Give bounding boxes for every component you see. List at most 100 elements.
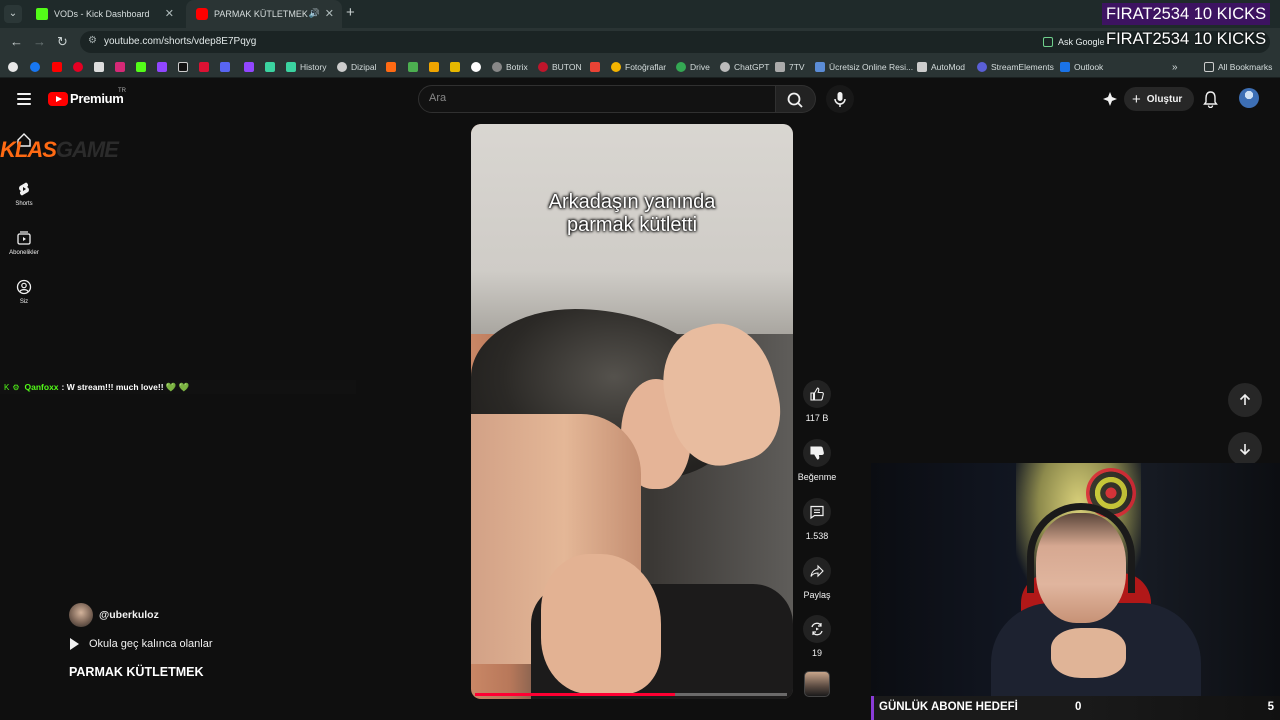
kicks-alert-primary: FIRAT2534 10 KICKS xyxy=(1102,3,1271,25)
youtube-header: Premium TR +Oluştur xyxy=(0,79,1280,119)
guide-subscriptions[interactable]: Abonelikler xyxy=(0,230,48,256)
comments-button[interactable]: 1.538 xyxy=(797,498,837,541)
guide-label: Abonelikler xyxy=(9,250,39,256)
share-button[interactable]: Paylaş xyxy=(797,557,837,600)
guide-you[interactable]: Siz xyxy=(0,279,48,305)
close-tab-icon[interactable]: ✕ xyxy=(165,7,174,20)
discord-bookmark-icon[interactable] xyxy=(220,62,230,72)
browser-tab-strip: ⌄ VODs - Kick Dashboard ✕ PARMAK KÜTLETM… xyxy=(0,0,1280,28)
google-bookmark-icon[interactable] xyxy=(8,62,18,72)
bookmark-chatgpt[interactable]: ChatGPT xyxy=(720,60,769,74)
tool-bookmark-icon[interactable] xyxy=(265,62,275,72)
reload-icon[interactable]: ↻ xyxy=(57,34,68,50)
guide-label: Siz xyxy=(19,299,29,305)
previous-short-button[interactable] xyxy=(1228,383,1262,417)
more-bookmarks-chevron-icon[interactable]: » xyxy=(1172,60,1178,74)
search-icon xyxy=(787,92,803,108)
game-bookmark-icon[interactable] xyxy=(408,62,418,72)
pinterest-bookmark-icon[interactable] xyxy=(73,62,83,72)
comment-icon xyxy=(810,505,824,520)
close-tab-icon[interactable]: ✕ xyxy=(325,7,334,20)
menu-icon[interactable] xyxy=(17,93,31,105)
ask-google-label: Ask Google xyxy=(1058,37,1105,47)
history-icon xyxy=(286,62,296,72)
youtube-logo-icon[interactable] xyxy=(48,92,68,106)
facebook-bookmark-icon[interactable] xyxy=(30,62,40,72)
tab-youtube-short[interactable]: PARMAK KÜTLETMEK - YouTube 🔊 ✕ xyxy=(186,0,342,28)
circle-bookmark-icon[interactable] xyxy=(471,62,481,72)
gmail-bookmark-icon[interactable] xyxy=(590,62,600,72)
back-arrow-icon[interactable]: ← xyxy=(10,34,23,49)
tab-title: VODs - Kick Dashboard xyxy=(54,9,150,19)
bookmark-dizipal[interactable]: Dizipal xyxy=(337,60,377,74)
bookmark-buton[interactable]: BUTON xyxy=(538,60,582,74)
goal-current: 0 xyxy=(1075,701,1082,713)
bookmark-streamelements[interactable]: StreamElements xyxy=(977,60,1054,74)
new-tab-icon[interactable]: + xyxy=(346,4,355,21)
bookmark-drive[interactable]: Drive xyxy=(676,60,710,74)
ai-sparkle-icon[interactable] xyxy=(1102,91,1118,107)
tiktok-bookmark-icon[interactable] xyxy=(178,62,188,72)
audio-playing-icon[interactable]: 🔊 xyxy=(309,8,320,19)
tab-title: PARMAK KÜTLETMEK - YouTube xyxy=(214,9,314,19)
notifications-bell-icon[interactable] xyxy=(1202,90,1219,108)
instagram-bookmark-icon[interactable] xyxy=(115,62,125,72)
bookmark-history[interactable]: History xyxy=(286,60,326,74)
guide-label: Shorts xyxy=(15,201,33,207)
create-button[interactable]: + Oluştur xyxy=(1124,87,1194,111)
sound-thumbnail[interactable] xyxy=(804,671,830,697)
twitch-bookmark-icon[interactable] xyxy=(244,62,254,72)
search-box[interactable] xyxy=(418,85,776,113)
all-bookmarks-folder[interactable]: All Bookmarks xyxy=(1204,60,1272,74)
shorts-video-player[interactable]: Arkadaşın yanında parmak kütletti xyxy=(471,124,793,699)
youtube-premium-wordmark[interactable]: Premium xyxy=(70,91,124,106)
botrix-icon xyxy=(492,62,502,72)
chat-username: Qanfoxx xyxy=(24,382,59,392)
twitch-bookmark-icon[interactable] xyxy=(157,62,167,72)
arrow-down-icon xyxy=(1239,444,1251,456)
share-arrow-icon xyxy=(810,564,824,578)
7tv-icon xyxy=(775,62,785,72)
tab-search-chevron-icon[interactable]: ⌄ xyxy=(4,5,22,23)
site-info-icon[interactable]: ⚙ xyxy=(88,35,97,46)
next-short-button[interactable] xyxy=(1228,432,1262,466)
forward-arrow-icon[interactable]: → xyxy=(33,34,46,49)
progress-fill xyxy=(475,693,675,696)
voice-search-button[interactable] xyxy=(826,85,854,113)
url-text[interactable]: youtube.com/shorts/vdep8E7Pqyg xyxy=(104,36,256,47)
search-input[interactable] xyxy=(429,92,759,104)
tab-kick-dashboard[interactable]: VODs - Kick Dashboard ✕ xyxy=(26,0,182,28)
bookmark-automod[interactable]: AutoMod xyxy=(917,60,965,74)
remix-button[interactable]: 19 xyxy=(797,615,837,658)
bookmark-outlook[interactable]: Outlook xyxy=(1060,60,1103,74)
guide-shorts[interactable]: Shorts xyxy=(0,181,48,207)
channel-link[interactable]: @uberkuloz xyxy=(69,603,159,627)
bookmark-fotograflar[interactable]: Fotoğraflar xyxy=(611,60,666,74)
like-button[interactable]: 117 B xyxy=(797,380,837,423)
dislike-button[interactable]: Beğenme xyxy=(797,439,837,482)
klas-bookmark-icon[interactable] xyxy=(386,62,396,72)
streamer-webcam xyxy=(871,463,1280,696)
channel-avatar[interactable] xyxy=(69,603,93,627)
tool-bookmark-icon[interactable] xyxy=(450,62,460,72)
bot-bookmark-icon[interactable] xyxy=(429,62,439,72)
buton-icon xyxy=(538,62,548,72)
chat-message-text: W stream!!! much love!! 💚 💚 xyxy=(66,381,190,392)
bookmark-7tv[interactable]: 7TV xyxy=(775,60,805,74)
bookmark-botrix[interactable]: Botrix xyxy=(492,60,528,74)
short-description[interactable]: Okula geç kalınca olanlar xyxy=(70,638,213,650)
kick-bookmark-icon[interactable] xyxy=(136,62,146,72)
video-caption: Arkadaşın yanında parmak kütletti xyxy=(548,191,716,236)
subscriptions-icon xyxy=(17,231,31,245)
x-bookmark-icon[interactable] xyxy=(94,62,104,72)
avatar[interactable] xyxy=(1239,88,1259,108)
video-progress-bar[interactable] xyxy=(475,693,787,696)
extension-bookmark-icon[interactable] xyxy=(199,62,209,72)
kick-favicon-icon xyxy=(36,8,48,20)
search-button[interactable] xyxy=(776,85,816,113)
bookmark-resim[interactable]: Ücretsiz Online Resi... xyxy=(815,60,913,74)
share-label: Paylaş xyxy=(803,590,831,600)
channel-name[interactable]: @uberkuloz xyxy=(99,609,159,621)
ask-google-button[interactable]: Ask Google xyxy=(1043,35,1105,49)
youtube-bookmark-icon[interactable] xyxy=(52,62,62,72)
